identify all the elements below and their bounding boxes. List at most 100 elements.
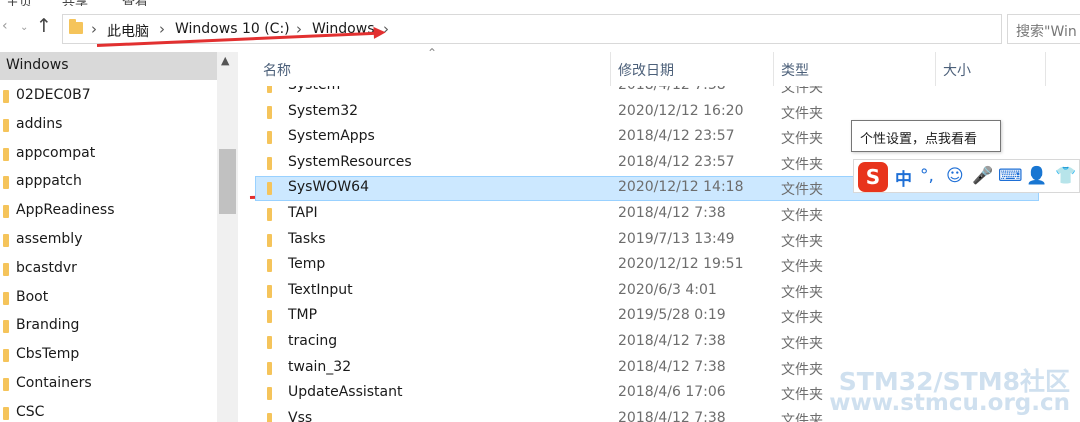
file-name: TextInput bbox=[288, 281, 353, 298]
emoji-icon[interactable]: ☺ bbox=[946, 166, 964, 186]
file-type: 文件夹 bbox=[781, 156, 823, 173]
file-date: 2018/4/12 7:38 bbox=[618, 333, 726, 349]
folder-icon bbox=[267, 131, 272, 145]
file-name: TMP bbox=[288, 307, 318, 324]
file-type: 文件夹 bbox=[781, 131, 823, 148]
scroll-up-icon[interactable]: ▲ bbox=[221, 54, 229, 67]
file-date: 2020/12/12 19:51 bbox=[618, 256, 744, 273]
nav-item-label: addins bbox=[16, 115, 63, 132]
folder-icon bbox=[267, 259, 272, 273]
user-icon[interactable]: 👤 bbox=[1026, 166, 1047, 186]
nav-item[interactable]: Branding bbox=[0, 312, 217, 341]
nav-item-label: apppatch bbox=[16, 173, 82, 190]
folder-icon bbox=[267, 361, 272, 375]
nav-item[interactable]: addins bbox=[0, 111, 217, 140]
folder-icon bbox=[3, 291, 9, 305]
file-name: Tasks bbox=[288, 230, 326, 247]
file-name: SystemResources bbox=[288, 153, 412, 170]
nav-item-label: assembly bbox=[16, 231, 83, 247]
file-name: System bbox=[288, 86, 340, 93]
file-row[interactable]: Tasks 2019/7/13 13:49 文件夹 bbox=[241, 228, 1080, 253]
breadcrumb-this-pc[interactable]: 此电脑 bbox=[107, 21, 149, 41]
column-date[interactable]: 修改日期 bbox=[618, 60, 674, 80]
file-date: 2019/7/13 13:49 bbox=[618, 230, 735, 247]
chevron-right-icon[interactable]: › bbox=[91, 20, 97, 38]
folder-icon bbox=[3, 90, 9, 103]
file-row[interactable]: TMP 2019/5/28 0:19 文件夹 bbox=[241, 304, 1080, 329]
nav-item[interactable]: assembly bbox=[0, 226, 217, 255]
back-icon[interactable]: ‹ bbox=[2, 18, 8, 34]
nav-item[interactable]: apppatch bbox=[0, 168, 217, 197]
file-row[interactable]: tracing 2018/4/12 7:38 文件夹 bbox=[241, 330, 1080, 355]
column-divider[interactable] bbox=[1045, 52, 1046, 86]
column-divider[interactable] bbox=[610, 52, 611, 86]
navigation-pane: Windows 02DEC0B7 addins appcompat apppatch A… bbox=[0, 52, 238, 422]
file-name: SysWOW64 bbox=[288, 179, 369, 196]
punctuation-icon[interactable]: °, bbox=[920, 166, 934, 186]
keyboard-icon[interactable]: ⌨ bbox=[998, 166, 1023, 186]
file-row[interactable]: Temp 2020/12/12 19:51 文件夹 bbox=[241, 253, 1080, 278]
ime-tooltip: 个性设置，点我看看 bbox=[851, 120, 1001, 152]
column-size[interactable]: 大小 bbox=[943, 60, 971, 80]
file-row[interactable]: TAPI 2018/4/12 7:38 文件夹 bbox=[241, 202, 1080, 227]
folder-icon bbox=[3, 205, 9, 219]
nav-item-label: 02DEC0B7 bbox=[16, 87, 91, 103]
nav-item-label: appcompat bbox=[16, 144, 96, 161]
nav-item[interactable]: CSC bbox=[0, 399, 217, 422]
nav-item[interactable]: 02DEC0B7 bbox=[0, 82, 217, 111]
folder-icon bbox=[3, 378, 9, 391]
file-type: 文件夹 bbox=[781, 361, 823, 378]
sogou-logo-icon[interactable]: S bbox=[858, 162, 888, 192]
file-name: Vss bbox=[288, 409, 313, 422]
file-type: 文件夹 bbox=[781, 310, 823, 327]
file-name: Temp bbox=[288, 256, 326, 273]
folder-icon bbox=[267, 156, 272, 170]
file-type: 文件夹 bbox=[781, 336, 823, 352]
column-divider[interactable] bbox=[935, 52, 936, 86]
file-type: 文件夹 bbox=[781, 284, 823, 301]
nav-item-selected[interactable]: Windows bbox=[0, 52, 217, 80]
nav-item[interactable]: Containers bbox=[0, 370, 217, 399]
column-type[interactable]: 类型 bbox=[781, 60, 809, 80]
ime-toolbar: S 中 °, ☺ 🎤 ⌨ 👤 👕 bbox=[853, 159, 1080, 193]
file-row[interactable]: TextInput 2020/6/3 4:01 文件夹 bbox=[241, 279, 1080, 304]
folder-icon bbox=[69, 19, 83, 34]
nav-item[interactable]: AppReadiness bbox=[0, 197, 217, 226]
file-date: 2018/4/12 23:57 bbox=[618, 128, 735, 145]
file-date: 2018/4/12 23:57 bbox=[618, 153, 735, 170]
up-arrow-icon[interactable]: ↑ bbox=[36, 15, 52, 37]
nav-item[interactable]: Boot bbox=[0, 284, 217, 313]
file-date: 2020/12/12 14:18 bbox=[618, 179, 744, 196]
nav-item-label: Boot bbox=[16, 288, 49, 305]
skin-shirt-icon[interactable]: 👕 bbox=[1055, 166, 1076, 186]
column-name[interactable]: 名称 bbox=[263, 60, 291, 80]
nav-item-label: Containers bbox=[16, 375, 92, 391]
breadcrumb-drive-c[interactable]: Windows 10 (C:) bbox=[175, 21, 290, 37]
file-type: 文件夹 bbox=[781, 387, 823, 404]
file-name: UpdateAssistant bbox=[288, 384, 403, 401]
nav-item[interactable]: bcastdvr bbox=[0, 255, 217, 284]
folder-icon bbox=[267, 105, 272, 119]
file-type: 文件夹 bbox=[781, 105, 823, 122]
column-divider[interactable] bbox=[773, 52, 774, 86]
nav-scrollbar[interactable]: ▲ bbox=[217, 52, 238, 422]
file-row[interactable]: System 2018/4/12 7:38 文件夹 bbox=[241, 86, 1080, 99]
search-input[interactable]: 搜索"Win bbox=[1007, 14, 1080, 44]
folder-icon bbox=[267, 310, 272, 324]
file-date: 2018/4/12 7:38 bbox=[618, 205, 726, 221]
recent-dropdown-icon[interactable]: ⌄ bbox=[20, 22, 28, 33]
file-date: 2018/4/12 7:38 bbox=[618, 86, 726, 93]
chevron-right-icon[interactable]: › bbox=[159, 20, 165, 38]
scrollbar-thumb[interactable] bbox=[219, 149, 236, 214]
microphone-icon[interactable]: 🎤 bbox=[972, 166, 993, 186]
folder-icon bbox=[267, 387, 272, 401]
file-date: 2018/4/12 7:38 bbox=[618, 409, 726, 422]
nav-item[interactable]: CbsTemp bbox=[0, 341, 217, 370]
folder-icon bbox=[3, 147, 9, 161]
folder-icon bbox=[267, 208, 272, 221]
nav-item-label: Windows bbox=[6, 57, 69, 73]
ime-mode-chinese[interactable]: 中 bbox=[895, 165, 912, 190]
file-type: 文件夹 bbox=[781, 259, 823, 276]
nav-item[interactable]: appcompat bbox=[0, 140, 217, 169]
column-header: ⌃ 名称 修改日期 类型 大小 bbox=[241, 46, 1080, 86]
